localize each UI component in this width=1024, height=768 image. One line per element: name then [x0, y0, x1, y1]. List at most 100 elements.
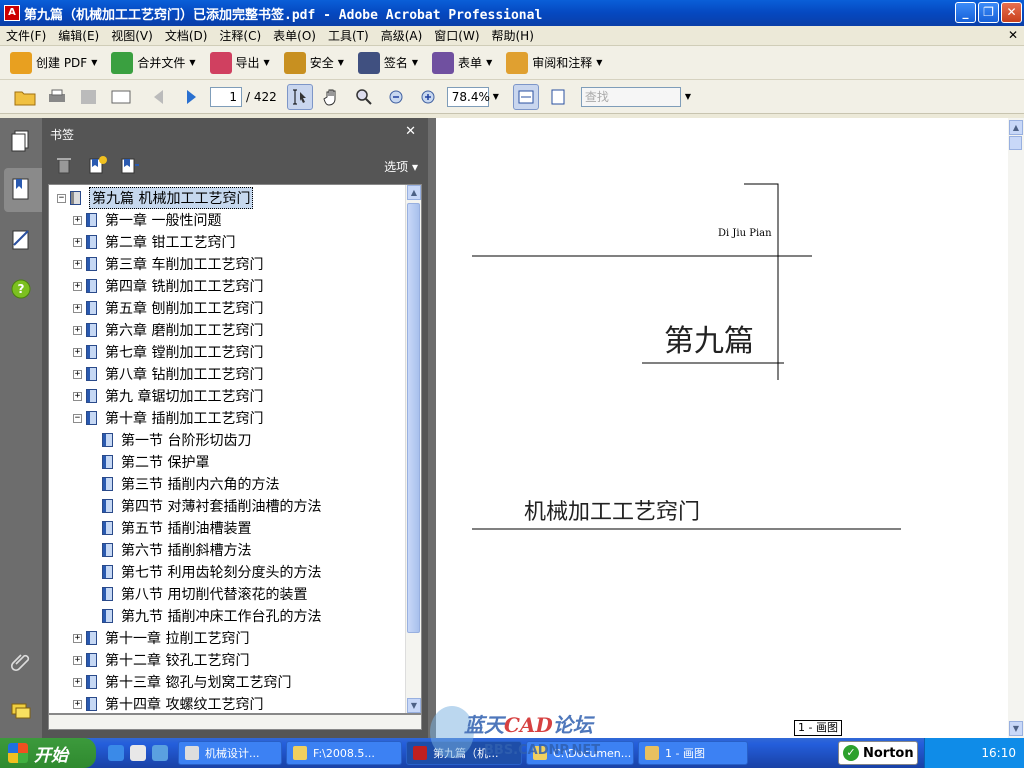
bookmark-item[interactable]: + 第四章 铣削加工工艺窍门 — [73, 275, 263, 297]
ie-icon[interactable] — [108, 745, 124, 761]
expand-icon[interactable]: + — [73, 303, 82, 313]
expand-icon[interactable]: + — [73, 237, 82, 247]
expand-icon[interactable]: + — [73, 281, 82, 291]
new-bookmark-icon[interactable] — [88, 155, 108, 178]
bookmark-horizontal-scrollbar[interactable] — [48, 714, 422, 730]
expand-icon[interactable]: + — [73, 259, 82, 269]
menu-advanced[interactable]: 高级(A) — [375, 27, 429, 44]
menu-edit[interactable]: 编辑(E) — [52, 27, 105, 44]
bookmark-item[interactable]: 第四节 对薄衬套插削油槽的方法 — [89, 495, 321, 517]
export-button[interactable]: 导出 ▼ — [209, 51, 270, 74]
menu-forms[interactable]: 表单(O) — [267, 27, 322, 44]
sign-button[interactable]: 签名 ▼ — [357, 51, 418, 74]
bookmark-item[interactable]: + 第十一章 拉削工艺窍门 — [73, 627, 249, 649]
media-icon[interactable] — [130, 745, 146, 761]
expand-icon[interactable]: + — [73, 215, 82, 225]
document-scrollbar[interactable]: ▲ ▼ — [1008, 118, 1024, 738]
expand-icon[interactable]: + — [73, 369, 82, 379]
bookmark-item[interactable]: 第九节 插削冲床工作台孔的方法 — [89, 605, 321, 627]
bookmark-item[interactable]: 第一节 台阶形切齿刀 — [89, 429, 251, 451]
bookmark-scrollbar[interactable]: ▲ ▼ — [405, 185, 421, 713]
bookmark-item[interactable]: + 第一章 一般性问题 — [73, 209, 221, 231]
select-tool-icon[interactable] — [286, 83, 313, 110]
options-menu[interactable]: 选项 ▾ — [384, 158, 418, 175]
expand-icon[interactable]: + — [73, 347, 82, 357]
bookmark-item[interactable]: + 第五章 刨削加工工艺窍门 — [73, 297, 263, 319]
doc-scroll-down-icon[interactable]: ▼ — [1009, 721, 1023, 736]
document-view[interactable]: Di Jiu Pian 第九篇 机械加工工艺窍门 — [436, 118, 1008, 738]
start-button[interactable]: 开始 — [0, 738, 96, 768]
email-icon[interactable] — [108, 84, 134, 110]
pages-icon[interactable] — [8, 128, 34, 154]
bookmark-item[interactable]: + 第七章 镗削加工工艺窍门 — [73, 341, 263, 363]
bookmark-item[interactable]: + 第三章 车削加工工艺窍门 — [73, 253, 263, 275]
scroll-thumb[interactable] — [407, 203, 420, 633]
doc-scroll-thumb[interactable] — [1009, 136, 1022, 150]
attachments-icon[interactable] — [8, 648, 34, 674]
bookmark-item[interactable]: + 第十三章 锪孔与划窝工艺窍门 — [73, 671, 291, 693]
help-icon[interactable]: ? — [8, 276, 34, 302]
menu-view[interactable]: 视图(V) — [105, 27, 159, 44]
expand-icon[interactable]: + — [73, 677, 82, 687]
expand-icon[interactable]: + — [73, 633, 82, 643]
bookmark-item[interactable]: 第五节 插削油槽装置 — [89, 517, 251, 539]
zoom-in-icon[interactable] — [415, 84, 441, 110]
norton-tray-button[interactable]: ✓ Norton — [838, 741, 918, 765]
menu-help[interactable]: 帮助(H) — [486, 27, 540, 44]
bookmark-item[interactable]: 第七节 利用齿轮刻分度头的方法 — [89, 561, 321, 583]
find-dropdown-icon[interactable]: ▼ — [685, 92, 691, 101]
bookmark-item[interactable]: 第二节 保护罩 — [89, 451, 209, 473]
print-icon[interactable] — [44, 84, 70, 110]
close-panel-icon[interactable]: ✕ — [405, 124, 416, 139]
zoom-level-field[interactable]: 78.4% — [446, 86, 490, 107]
comments-icon[interactable] — [8, 698, 34, 724]
expand-bookmark-icon[interactable] — [120, 155, 140, 178]
bookmarks-icon[interactable] — [8, 176, 34, 202]
expand-icon[interactable]: + — [73, 655, 82, 665]
expand-icon[interactable]: + — [73, 699, 82, 709]
clock[interactable]: 16:10 — [981, 746, 1016, 760]
create-pdf-button[interactable]: 创建 PDF ▼ — [10, 51, 97, 74]
bookmark-item[interactable]: 第八节 用切削代替滚花的装置 — [89, 583, 307, 605]
collapse-icon[interactable]: − — [57, 193, 66, 203]
bookmark-item[interactable]: 第六节 插削斜槽方法 — [89, 539, 251, 561]
signatures-icon[interactable] — [8, 226, 34, 252]
task-button[interactable]: F:\2008.5... — [286, 741, 402, 765]
task-button[interactable]: 1 - 画图 — [638, 741, 748, 765]
doc-scroll-up-icon[interactable]: ▲ — [1009, 120, 1023, 135]
bookmark-item[interactable]: + 第六章 磨削加工工艺窍门 — [73, 319, 263, 341]
fit-page-icon[interactable] — [545, 84, 571, 110]
save-icon[interactable] — [76, 84, 102, 110]
desktop-icon[interactable] — [152, 745, 168, 761]
zoom-tool-icon[interactable] — [351, 84, 377, 110]
menu-comments[interactable]: 注释(C) — [213, 27, 267, 44]
bookmark-item[interactable]: + 第十二章 铰孔工艺窍门 — [73, 649, 249, 671]
previous-page-icon[interactable] — [146, 84, 172, 110]
bookmark-item[interactable]: + 第十四章 攻螺纹工艺窍门 — [73, 693, 263, 713]
pane-splitter[interactable] — [428, 118, 436, 738]
restore-button[interactable]: ❐ — [978, 2, 999, 23]
bookmark-item[interactable]: 第三节 插削内六角的方法 — [89, 473, 279, 495]
open-folder-icon[interactable] — [12, 84, 38, 110]
scroll-up-icon[interactable]: ▲ — [407, 185, 421, 200]
expand-icon[interactable]: + — [73, 391, 82, 401]
collapse-icon[interactable]: − — [73, 413, 82, 423]
security-button[interactable]: 安全 ▼ — [283, 51, 344, 74]
review-comment-button[interactable]: 审阅和注释 ▼ — [506, 51, 602, 74]
bookmark-item[interactable]: + 第二章 钳工工艺窍门 — [73, 231, 235, 253]
scroll-down-icon[interactable]: ▼ — [407, 698, 421, 713]
forms-button[interactable]: 表单 ▼ — [432, 51, 492, 74]
minimize-button[interactable]: _ — [955, 2, 976, 23]
bookmark-item[interactable]: − 第十章 插削加工工艺窍门 — [73, 407, 263, 429]
bookmark-item[interactable]: + 第八章 钻削加工工艺窍门 — [73, 363, 263, 385]
task-button[interactable]: 机械设计... — [178, 741, 282, 765]
find-input[interactable]: 查找 — [580, 86, 681, 107]
fit-width-icon[interactable] — [512, 83, 539, 110]
combine-files-button[interactable]: 合并文件 ▼ — [111, 51, 196, 74]
zoom-dropdown-icon[interactable]: ▼ — [493, 92, 499, 101]
zoom-out-icon[interactable] — [383, 84, 409, 110]
next-page-icon[interactable] — [178, 84, 204, 110]
bookmark-item[interactable]: + 第九 章锯切加工工艺窍门 — [73, 385, 263, 407]
close-button[interactable]: ✕ — [1001, 2, 1022, 23]
document-close-icon[interactable]: ✕ — [1008, 28, 1018, 42]
